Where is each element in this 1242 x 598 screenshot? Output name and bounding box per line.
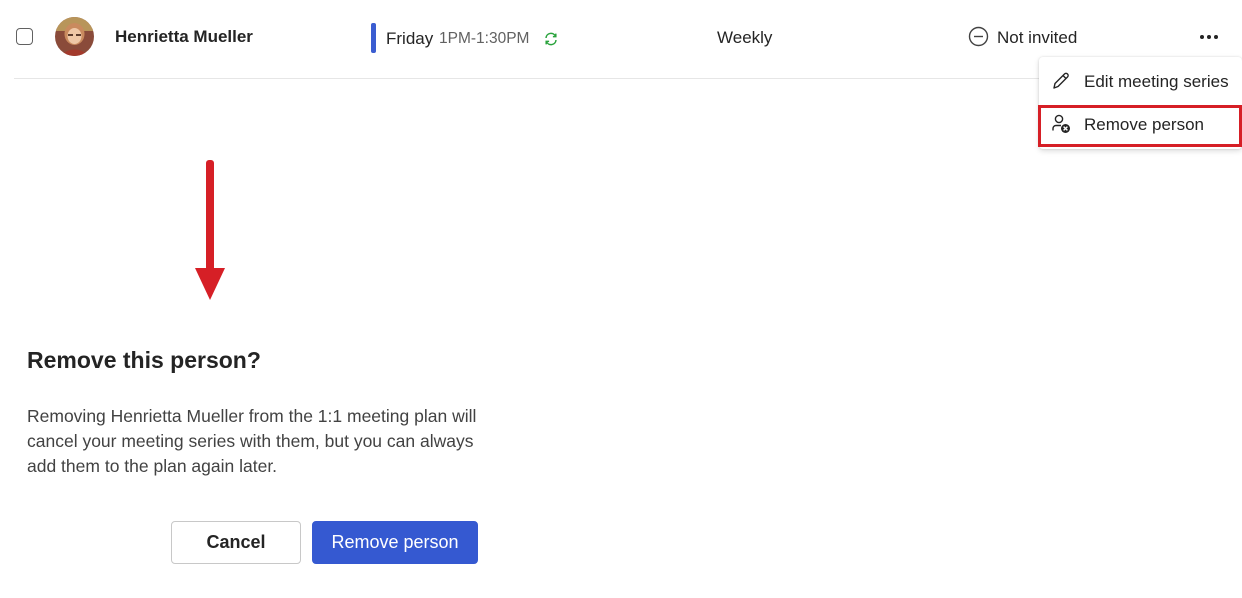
meeting-day: Friday <box>386 29 434 48</box>
remove-person-button[interactable]: Remove person <box>312 521 478 564</box>
dialog-body: Removing Henrietta Mueller from the 1:1 … <box>27 406 477 476</box>
cancel-button[interactable]: Cancel <box>171 521 301 564</box>
page: Henrietta Mueller Friday 1PM-1:30PM Week… <box>0 0 1242 598</box>
avatar <box>55 17 94 56</box>
meeting-frequency: Weekly <box>717 28 773 47</box>
menu-item-edit-meeting-series[interactable]: Edit meeting series <box>1039 61 1242 101</box>
dialog-title: Remove this person? <box>27 347 261 373</box>
not-invited-icon <box>968 26 989 47</box>
menu-item-label: Edit meeting series <box>1084 72 1229 91</box>
recurring-icon <box>545 32 557 46</box>
down-arrow-icon <box>195 160 225 300</box>
invite-status: Not invited <box>997 28 1078 47</box>
highlight-annotation-box <box>1038 105 1242 147</box>
row-checkbox[interactable] <box>16 28 33 45</box>
schedule-accent-bar <box>371 23 376 53</box>
more-options-icon[interactable] <box>1194 27 1224 47</box>
pencil-icon <box>1053 72 1069 89</box>
meeting-time: 1PM-1:30PM <box>439 30 530 47</box>
person-name: Henrietta Mueller <box>115 27 253 46</box>
